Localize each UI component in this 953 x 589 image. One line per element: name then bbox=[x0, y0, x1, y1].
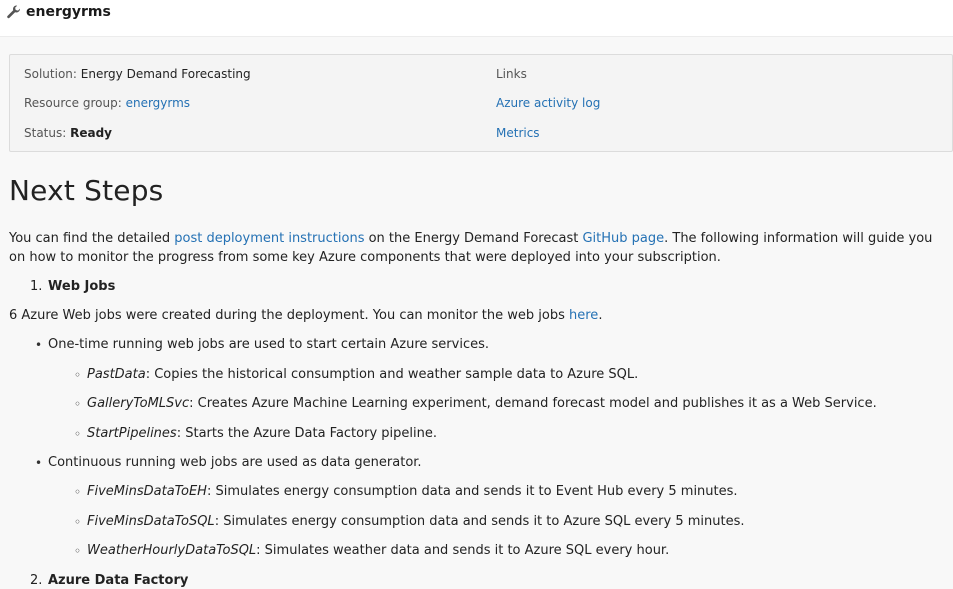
webjob-name: PastData bbox=[87, 367, 146, 382]
bullet-disc-icon: • bbox=[35, 456, 43, 470]
bullet-circle-icon: ◦ bbox=[74, 485, 82, 499]
list-item: PastData: Copies the historical consumpt… bbox=[87, 367, 638, 382]
webjob-name: FiveMinsDataToSQL bbox=[87, 514, 215, 529]
list-item: WeatherHourlyDataToSQL: Simulates weathe… bbox=[87, 543, 669, 558]
app-title: energyrms bbox=[26, 4, 111, 20]
step-2-title: Azure Data Factory bbox=[48, 573, 189, 588]
step-1-number: 1. bbox=[30, 279, 43, 294]
webjob-desc: : Copies the historical consumption and … bbox=[145, 367, 639, 382]
webjob-name: StartPipelines bbox=[87, 426, 177, 441]
header-bar: energyrms bbox=[0, 0, 953, 37]
bullet-circle-icon: ◦ bbox=[74, 515, 82, 529]
webjob-desc: : Starts the Azure Data Factory pipeline… bbox=[176, 426, 437, 441]
status-row: Status: Ready bbox=[24, 126, 112, 140]
links-label: Links bbox=[496, 67, 527, 81]
web-jobs-here-link[interactable]: here bbox=[569, 308, 598, 323]
metrics-link[interactable]: Metrics bbox=[496, 126, 540, 140]
status-value: Ready bbox=[70, 126, 112, 140]
intro-text-2: on the Energy Demand Forecast bbox=[364, 231, 583, 246]
webjob-name: FiveMinsDataToEH bbox=[87, 484, 207, 499]
bullet-circle-icon: ◦ bbox=[74, 544, 82, 558]
step-1-title: Web Jobs bbox=[48, 279, 116, 294]
solution-label: Solution: bbox=[24, 67, 77, 81]
step-2-number: 2. bbox=[30, 573, 43, 588]
continuous-webjobs-text: Continuous running web jobs are used as … bbox=[48, 455, 422, 470]
github-page-link[interactable]: GitHub page bbox=[582, 231, 664, 246]
resource-group-link[interactable]: energyrms bbox=[126, 96, 190, 110]
list-item: FiveMinsDataToEH: Simulates energy consu… bbox=[87, 484, 738, 499]
webjob-desc: : Simulates energy consumption data and … bbox=[206, 484, 738, 499]
webjobs-text-1: 6 Azure Web jobs were created during the… bbox=[9, 308, 570, 323]
deployment-info-panel: Solution: Energy Demand Forecasting Reso… bbox=[9, 54, 953, 152]
webjob-desc: : Simulates energy consumption data and … bbox=[214, 514, 745, 529]
page-heading: Next Steps bbox=[9, 174, 164, 207]
wrench-icon bbox=[7, 5, 21, 19]
list-item: StartPipelines: Starts the Azure Data Fa… bbox=[87, 426, 437, 441]
list-item: GalleryToMLSvc: Creates Azure Machine Le… bbox=[87, 396, 877, 411]
solution-row: Solution: Energy Demand Forecasting bbox=[24, 67, 251, 81]
bullet-circle-icon: ◦ bbox=[74, 427, 82, 441]
webjob-name: GalleryToMLSvc bbox=[87, 396, 190, 411]
status-label: Status: bbox=[24, 126, 67, 140]
onetime-webjobs-text: One-time running web jobs are used to st… bbox=[48, 337, 489, 352]
resource-group-label: Resource group: bbox=[24, 96, 122, 110]
list-item: FiveMinsDataToSQL: Simulates energy cons… bbox=[87, 514, 745, 529]
resource-group-row: Resource group: energyrms bbox=[24, 96, 190, 110]
intro-text-1: You can find the detailed bbox=[9, 231, 175, 246]
webjob-desc: : Creates Azure Machine Learning experim… bbox=[189, 396, 877, 411]
bullet-circle-icon: ◦ bbox=[74, 397, 82, 411]
azure-activity-log-link[interactable]: Azure activity log bbox=[496, 96, 600, 110]
webjobs-description: 6 Azure Web jobs were created during the… bbox=[9, 308, 602, 323]
bullet-circle-icon: ◦ bbox=[74, 368, 82, 382]
bullet-disc-icon: • bbox=[35, 338, 43, 352]
webjob-name: WeatherHourlyDataToSQL bbox=[87, 543, 257, 558]
intro-paragraph: You can find the detailed post deploymen… bbox=[9, 229, 949, 267]
webjob-desc: : Simulates weather data and sends it to… bbox=[256, 543, 670, 558]
post-deployment-instructions-link[interactable]: post deployment instructions bbox=[174, 231, 364, 246]
webjobs-text-2: . bbox=[598, 308, 603, 323]
solution-value: Energy Demand Forecasting bbox=[80, 67, 251, 81]
